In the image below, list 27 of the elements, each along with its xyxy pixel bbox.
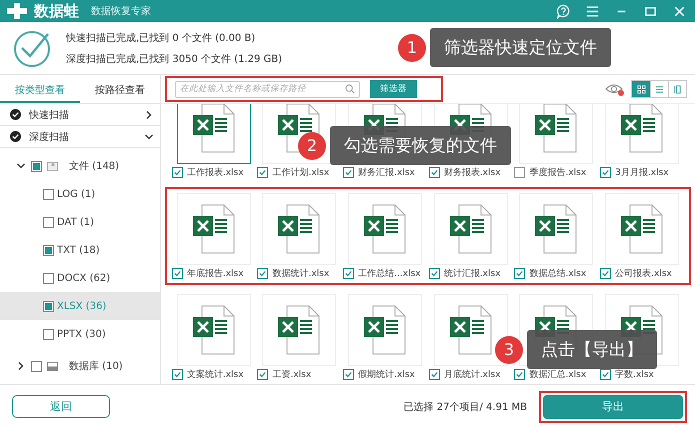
file-name: 3月月报.xlsx (615, 166, 669, 179)
selection-summary: 已选择 27个项目/ 4.91 MB (404, 400, 527, 414)
scan-status-text: 快速扫描已完成,已找到 0 个文件 (0.00 B) (66, 32, 256, 44)
file-name: 文案统计.xlsx (186, 368, 244, 381)
file-name: 数据总结.xlsx (529, 268, 586, 280)
file-name: 数据汇总.xlsx (529, 368, 586, 381)
file-name: 财务汇报.xlsx (358, 166, 415, 179)
callout-tooltip: 点击【导出】 (527, 330, 657, 369)
file-name: 工作报表.xlsx (186, 166, 244, 179)
file-name: 年底报告.xlsx (186, 268, 244, 280)
callout-tooltip: 勾选需要恢复的文件 (330, 126, 511, 165)
app-name: 数据蛙 (34, 2, 79, 20)
app-subtitle: 数据恢复专家 (91, 4, 151, 18)
file-name: 字数.xlsx (615, 368, 654, 381)
step-number-tooltip: 1 (398, 34, 426, 62)
file-name: 公司报表.xlsx (615, 268, 672, 280)
file-name: 工作总结...xlsx (358, 268, 421, 280)
file-name: 财务报表.xlsx (444, 166, 501, 179)
file-name: 月底统计.xlsx (444, 368, 501, 381)
file-name: 统计汇报.xlsx (444, 268, 501, 280)
scan-status-text: 深度扫描已完成,已找到 3050 个文件 (1.29 GB) (66, 52, 282, 66)
file-name: 数据统计.xlsx (272, 268, 330, 280)
file-name: 工作计划.xlsx (272, 166, 330, 179)
callout-tooltip: 筛选器快速定位文件 (430, 28, 611, 67)
file-name: 工资.xlsx (272, 368, 312, 381)
file-name: 假期统计.xlsx (358, 368, 415, 381)
file-name: 季度报告.xlsx (529, 166, 586, 179)
